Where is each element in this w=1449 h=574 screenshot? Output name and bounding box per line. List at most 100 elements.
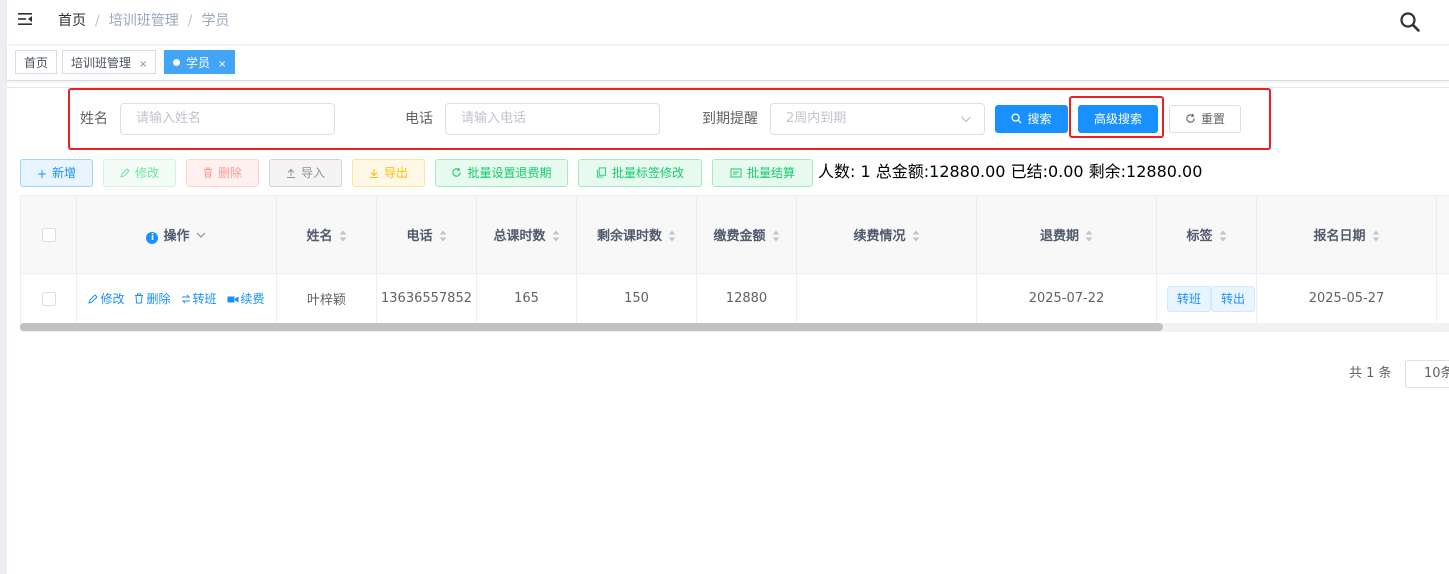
tags-view: 首页 培训班管理 × 学员 × [7,46,1449,81]
transfer-icon [181,294,190,304]
breadcrumb-students: 学员 [201,13,230,29]
col-label: 操作 [163,229,190,244]
chevron-down-icon [196,232,205,238]
breadcrumb-separator: / [187,13,193,29]
sort-icon[interactable] [1219,230,1227,242]
hamburger-icon[interactable] [17,11,33,27]
video-icon [227,296,239,303]
page-size-select[interactable]: 10条/页 [1405,360,1449,388]
col-header-amount[interactable]: 缴费金额 [696,195,797,274]
edit-icon [88,294,99,304]
col-label: 标签 [1186,229,1213,244]
batch-refund-label: 批量设置退费期 [467,166,552,180]
sort-icon[interactable] [668,230,676,242]
cell-remaining-hours: 150 [576,273,697,324]
tag-label: 培训班管理 [71,56,132,70]
tag-transfer-class[interactable]: 转班 [1167,285,1212,312]
batch-tag-label: 批量标签修改 [611,166,684,180]
col-label: 总课时数 [493,229,546,244]
cell-total-hours: 165 [476,273,577,324]
tag-training[interactable]: 培训班管理 × [62,50,157,74]
active-dot-icon [173,59,180,66]
import-button[interactable]: 导入 [269,159,342,187]
col-header-overflow [1436,195,1449,274]
breadcrumb-separator: / [95,13,100,29]
batch-refund-button[interactable]: 批量设置退费期 [435,159,568,187]
row-edit-link[interactable]: 修改 [88,292,124,306]
col-label: 姓名 [306,229,333,244]
row-actions-cell: 修改 删除 转班 续费 [76,273,277,324]
col-header-actions[interactable]: i 操作 [76,195,277,274]
tag-home[interactable]: 首页 [15,50,58,74]
cell-phone: 13636557852 [376,273,477,324]
breadcrumb-training[interactable]: 培训班管理 [109,13,179,29]
table-header-row: i 操作 姓名 电话 总课时数 剩余课时数 缴费金额 续费情况 退费期 标签 报名… [20,195,1449,274]
cell-refund-date: 2025-07-22 [976,273,1157,324]
search-icon[interactable] [1399,11,1421,33]
batch-settle-button[interactable]: 批量结算 [712,159,813,187]
sidebar-edge [0,0,7,574]
close-icon[interactable]: × [139,59,147,70]
tag-students[interactable]: 学员 × [164,50,236,74]
horizontal-scrollbar-thumb[interactable] [20,323,1163,331]
cell-signup-date: 2025-05-27 [1256,273,1437,324]
plus-icon: + [36,167,48,181]
col-header-signup-date[interactable]: 报名日期 [1256,195,1437,274]
summary-stats: 人数: 1 总金额:12880.00 已结:0.00 剩余:12880.00 [818,162,1203,181]
row-checkbox[interactable] [41,291,56,306]
add-button[interactable]: + 新增 [20,159,93,187]
refresh-icon [452,167,462,177]
edit-icon [120,168,130,178]
col-label: 剩余课时数 [596,229,662,244]
page-size-value: 10条/页 [1424,366,1449,381]
col-header-renewal[interactable]: 续费情况 [796,195,977,274]
cell-overflow [1436,273,1449,324]
tag-transfer-out[interactable]: 转出 [1211,285,1256,312]
col-header-name[interactable]: 姓名 [276,195,377,274]
pagination-total: 共 1 条 [1349,366,1392,381]
sort-icon[interactable] [339,230,347,242]
row-transfer-label: 转班 [192,292,217,306]
breadcrumb-home[interactable]: 首页 [58,13,86,29]
sort-icon[interactable] [1085,230,1093,242]
col-label: 缴费金额 [713,229,766,244]
cell-tags: 转班 转出 [1156,273,1257,324]
col-label: 报名日期 [1313,229,1366,244]
row-transfer-link[interactable]: 转班 [181,292,217,306]
select-all-cell [20,195,77,274]
batch-tag-button[interactable]: 批量标签修改 [578,159,702,187]
row-edit-label: 修改 [100,292,125,306]
upload-icon [286,168,295,178]
table-row: 修改 删除 转班 续费 叶梓颖 13636557852 165 150 12880 2… [20,273,1449,324]
student-table: i 操作 姓名 电话 总课时数 剩余课时数 缴费金额 续费情况 退费期 标签 报名… [20,195,1449,333]
tag-label: 首页 [24,56,49,70]
col-header-phone[interactable]: 电话 [376,195,477,274]
export-button[interactable]: 导出 [352,159,425,187]
col-header-total-hours[interactable]: 总课时数 [476,195,577,274]
trash-icon [203,167,212,178]
row-select-cell [20,273,77,324]
navbar: 首页 / 培训班管理 / 学员 [7,0,1449,45]
sort-icon[interactable] [1372,230,1380,242]
row-renew-link[interactable]: 续费 [227,292,265,306]
sort-icon[interactable] [772,230,780,242]
cell-name: 叶梓颖 [276,273,377,324]
edit-button[interactable]: 修改 [103,159,176,187]
sort-icon[interactable] [912,230,920,242]
batch-settle-label: 批量结算 [746,166,795,180]
col-header-remaining-hours[interactable]: 剩余课时数 [576,195,697,274]
download-icon [369,169,378,178]
delete-label: 删除 [217,166,242,180]
close-icon[interactable]: × [218,59,226,70]
col-header-tags[interactable]: 标签 [1156,195,1257,274]
sort-icon[interactable] [439,230,447,242]
export-label: 导出 [383,166,408,180]
row-delete-link[interactable]: 删除 [134,292,171,306]
select-all-checkbox[interactable] [41,227,56,242]
sort-icon[interactable] [552,230,560,242]
money-icon [730,168,742,178]
col-label: 电话 [406,229,433,244]
delete-button[interactable]: 删除 [186,159,259,187]
add-label: 新增 [52,166,77,180]
col-header-refund-date[interactable]: 退费期 [976,195,1157,274]
